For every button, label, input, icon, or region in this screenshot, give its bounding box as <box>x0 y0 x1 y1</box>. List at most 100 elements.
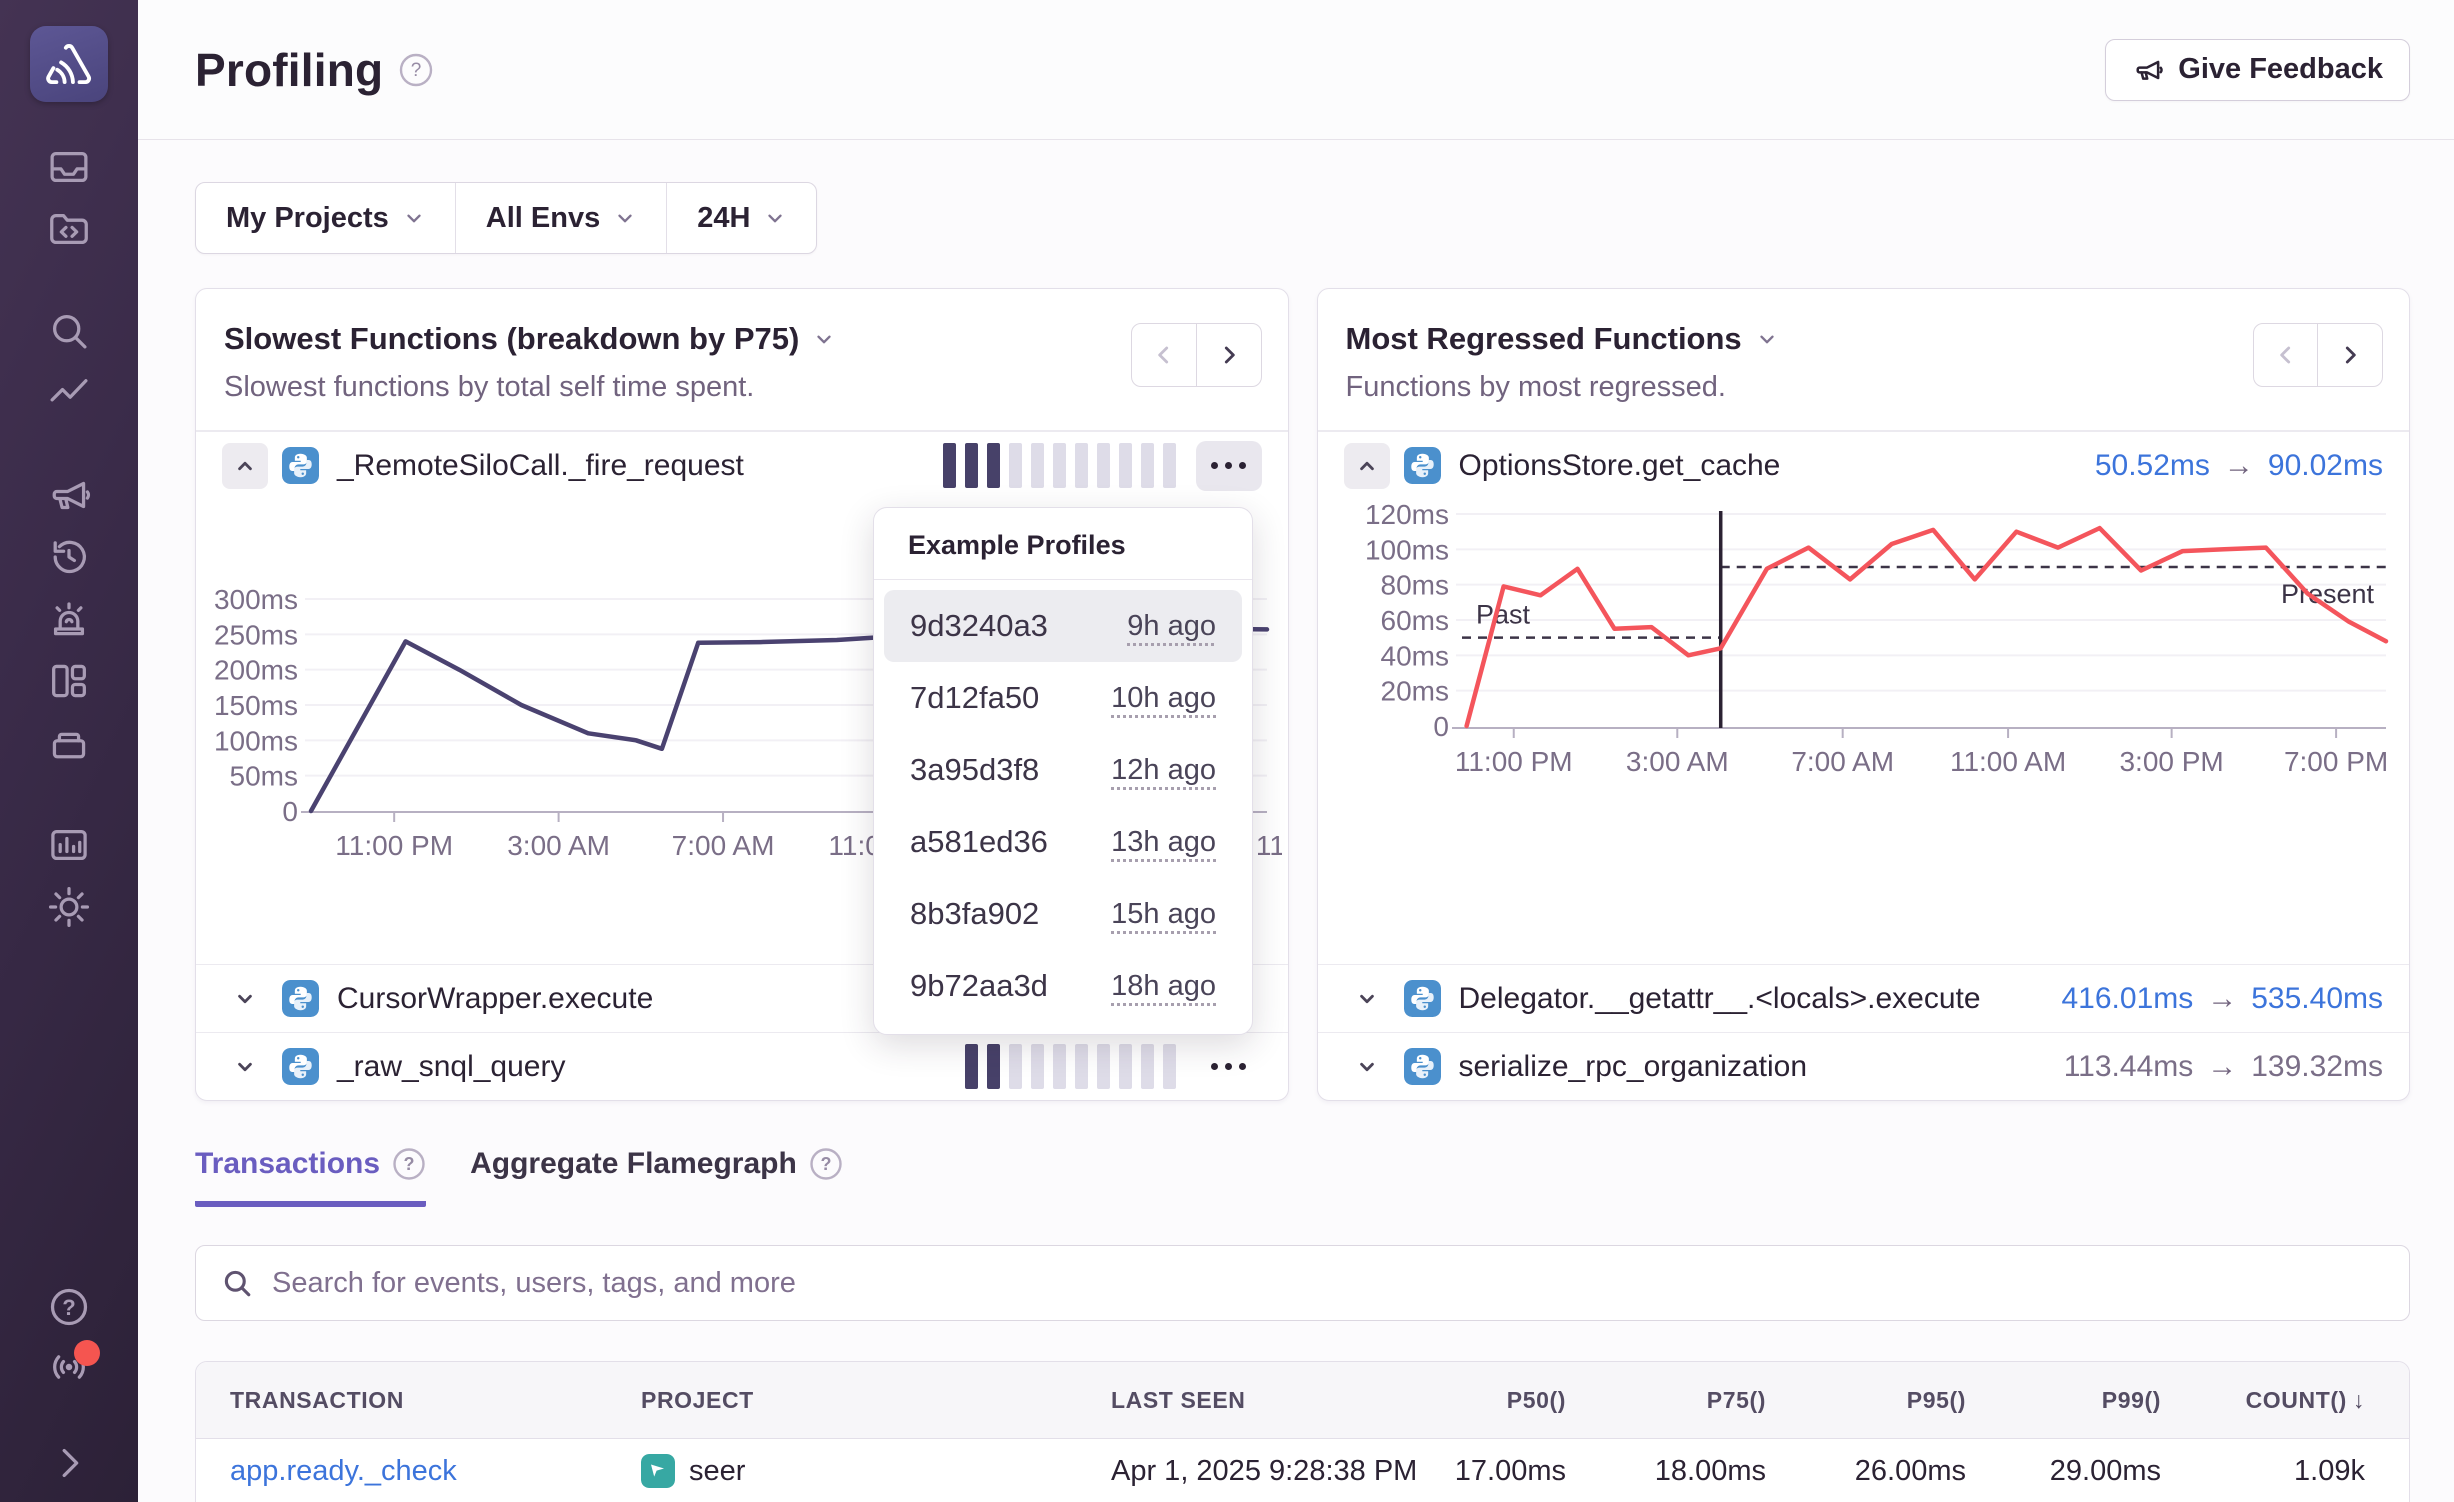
svg-text:100ms: 100ms <box>214 725 298 756</box>
sidebar-expand-chevron[interactable] <box>46 1440 92 1486</box>
profile-item[interactable]: 9d3240a3 9h ago <box>884 590 1242 662</box>
expand-row-button[interactable] <box>222 976 268 1022</box>
slowest-functions-title-select[interactable]: Slowest Functions (breakdown by P75) <box>224 321 1260 357</box>
projects-filter[interactable]: My Projects <box>196 183 455 253</box>
column-transaction[interactable]: TRANSACTION <box>196 1387 641 1414</box>
regression-trend: 416.01ms → 535.40ms <box>2062 982 2384 1016</box>
environments-filter-label: All Envs <box>486 202 600 235</box>
column-count-label: COUNT() <box>2246 1387 2347 1414</box>
profile-bar <box>1031 443 1044 488</box>
p99-cell: 29.00ms <box>1986 1455 2181 1488</box>
panel-header: Slowest Functions (breakdown by P75) Slo… <box>196 289 1288 431</box>
svg-text:120ms: 120ms <box>1364 499 1448 530</box>
profiling-help-icon[interactable]: ? <box>399 53 433 87</box>
tab-aggregate-flamegraph[interactable]: Aggregate Flamegraph ? <box>470 1147 843 1207</box>
sidebar-bottom: ? <box>46 1284 92 1502</box>
profile-time-ago[interactable]: 9h ago <box>1127 610 1216 643</box>
seer-project-icon <box>641 1454 675 1488</box>
tab-help-icon[interactable]: ? <box>809 1147 843 1181</box>
dashboards-icon[interactable] <box>46 658 92 704</box>
svg-text:50ms: 50ms <box>230 761 298 792</box>
whats-new-broadcast-icon[interactable] <box>46 1344 92 1390</box>
profile-item[interactable]: 3a95d3f8 12h ago <box>884 734 1242 806</box>
date-range-filter[interactable]: 24H <box>666 183 816 253</box>
python-icon <box>282 447 319 484</box>
most-regressed-title-select[interactable]: Most Regressed Functions <box>1346 321 2382 357</box>
issues-icon[interactable] <box>46 144 92 190</box>
give-feedback-label: Give Feedback <box>2178 53 2383 86</box>
row-actions-button[interactable] <box>1196 1042 1262 1092</box>
releases-clock-icon[interactable] <box>46 534 92 580</box>
page-title: Profiling <box>195 43 383 97</box>
page-next-button[interactable] <box>1196 323 1262 387</box>
traces-icon[interactable] <box>46 370 92 416</box>
page-prev-button[interactable] <box>1131 323 1197 387</box>
help-icon[interactable]: ? <box>46 1284 92 1330</box>
last-seen-cell: Apr 1, 2025 9:28:38 PM <box>1111 1455 1436 1488</box>
transaction-link[interactable]: app.ready._check <box>196 1455 641 1488</box>
sentry-logo[interactable] <box>30 26 108 102</box>
profile-bar <box>1097 443 1110 488</box>
profile-item[interactable]: a581ed36 13h ago <box>884 806 1242 878</box>
profile-time-ago[interactable]: 18h ago <box>1111 970 1216 1003</box>
chevron-right-icon <box>1216 342 1242 368</box>
profile-time-ago[interactable]: 12h ago <box>1111 754 1216 787</box>
profile-bar <box>1075 1044 1088 1089</box>
stats-icon[interactable] <box>46 822 92 868</box>
before-value[interactable]: 50.52ms <box>2095 449 2210 483</box>
table-row[interactable]: app.ready._check seer Apr 1, 2025 9:28:3… <box>196 1439 2409 1502</box>
environments-filter[interactable]: All Envs <box>455 183 666 253</box>
column-p99[interactable]: P99() <box>1986 1387 2181 1414</box>
expand-row-button[interactable] <box>222 1044 268 1090</box>
page-prev-button[interactable] <box>2253 323 2319 387</box>
profile-item[interactable]: 7d12fa50 10h ago <box>884 662 1242 734</box>
svg-text:?: ? <box>62 1295 75 1320</box>
after-value[interactable]: 90.02ms <box>2268 449 2383 483</box>
archive-box-icon[interactable] <box>46 720 92 766</box>
collapse-row-button[interactable] <box>1344 443 1390 489</box>
before-value[interactable]: 113.44ms <box>2064 1050 2194 1084</box>
svg-text:Past: Past <box>1476 600 1531 630</box>
page-next-button[interactable] <box>2317 323 2383 387</box>
profile-time-ago[interactable]: 15h ago <box>1111 898 1216 931</box>
column-count-sorted[interactable]: COUNT() ↓ <box>2181 1387 2409 1414</box>
give-feedback-button[interactable]: Give Feedback <box>2105 39 2410 101</box>
before-value[interactable]: 416.01ms <box>2062 982 2194 1016</box>
after-value[interactable]: 535.40ms <box>2251 982 2383 1016</box>
tab-help-icon[interactable]: ? <box>392 1147 426 1181</box>
settings-gear-icon[interactable] <box>46 884 92 930</box>
tab-transactions[interactable]: Transactions ? <box>195 1147 426 1207</box>
column-p75[interactable]: P75() <box>1586 1387 1786 1414</box>
expand-row-button[interactable] <box>1344 1044 1390 1090</box>
alerts-siren-icon[interactable] <box>46 596 92 642</box>
column-last-seen[interactable]: LAST SEEN <box>1111 1387 1436 1414</box>
project-link[interactable]: seer <box>689 1455 745 1488</box>
after-value[interactable]: 139.32ms <box>2251 1050 2383 1084</box>
chevron-right-icon <box>2337 342 2363 368</box>
profile-bar <box>965 443 978 488</box>
profile-item[interactable]: 9b72aa3d 18h ago <box>884 950 1242 1022</box>
column-project[interactable]: PROJECT <box>641 1387 1111 1414</box>
projects-icon[interactable] <box>46 206 92 252</box>
expand-row-button[interactable] <box>1344 976 1390 1022</box>
dot <box>1239 462 1246 469</box>
function-row: OptionsStore.get_cache 50.52ms → 90.02ms <box>1318 431 2410 499</box>
collapse-row-button[interactable] <box>222 443 268 489</box>
feedback-megaphone-icon[interactable] <box>46 472 92 518</box>
profile-time-ago[interactable]: 10h ago <box>1111 682 1216 715</box>
profile-item[interactable]: 8b3fa902 15h ago <box>884 878 1242 950</box>
profile-bar <box>1141 1044 1154 1089</box>
chevron-down-icon <box>232 986 258 1012</box>
row-actions-button[interactable] <box>1196 441 1262 491</box>
popup-title: Example Profiles <box>874 508 1252 580</box>
column-p50[interactable]: P50() <box>1436 1387 1586 1414</box>
profile-bar <box>1009 443 1022 488</box>
explore-search-icon[interactable] <box>46 308 92 354</box>
svg-text:40ms: 40ms <box>1380 640 1448 671</box>
column-p95[interactable]: P95() <box>1786 1387 1986 1414</box>
search-input[interactable] <box>272 1267 2385 1300</box>
function-name: _raw_snql_query <box>337 1050 565 1084</box>
dot <box>1225 1063 1232 1070</box>
profile-time-ago[interactable]: 13h ago <box>1111 826 1216 859</box>
profile-bar <box>1119 1044 1132 1089</box>
